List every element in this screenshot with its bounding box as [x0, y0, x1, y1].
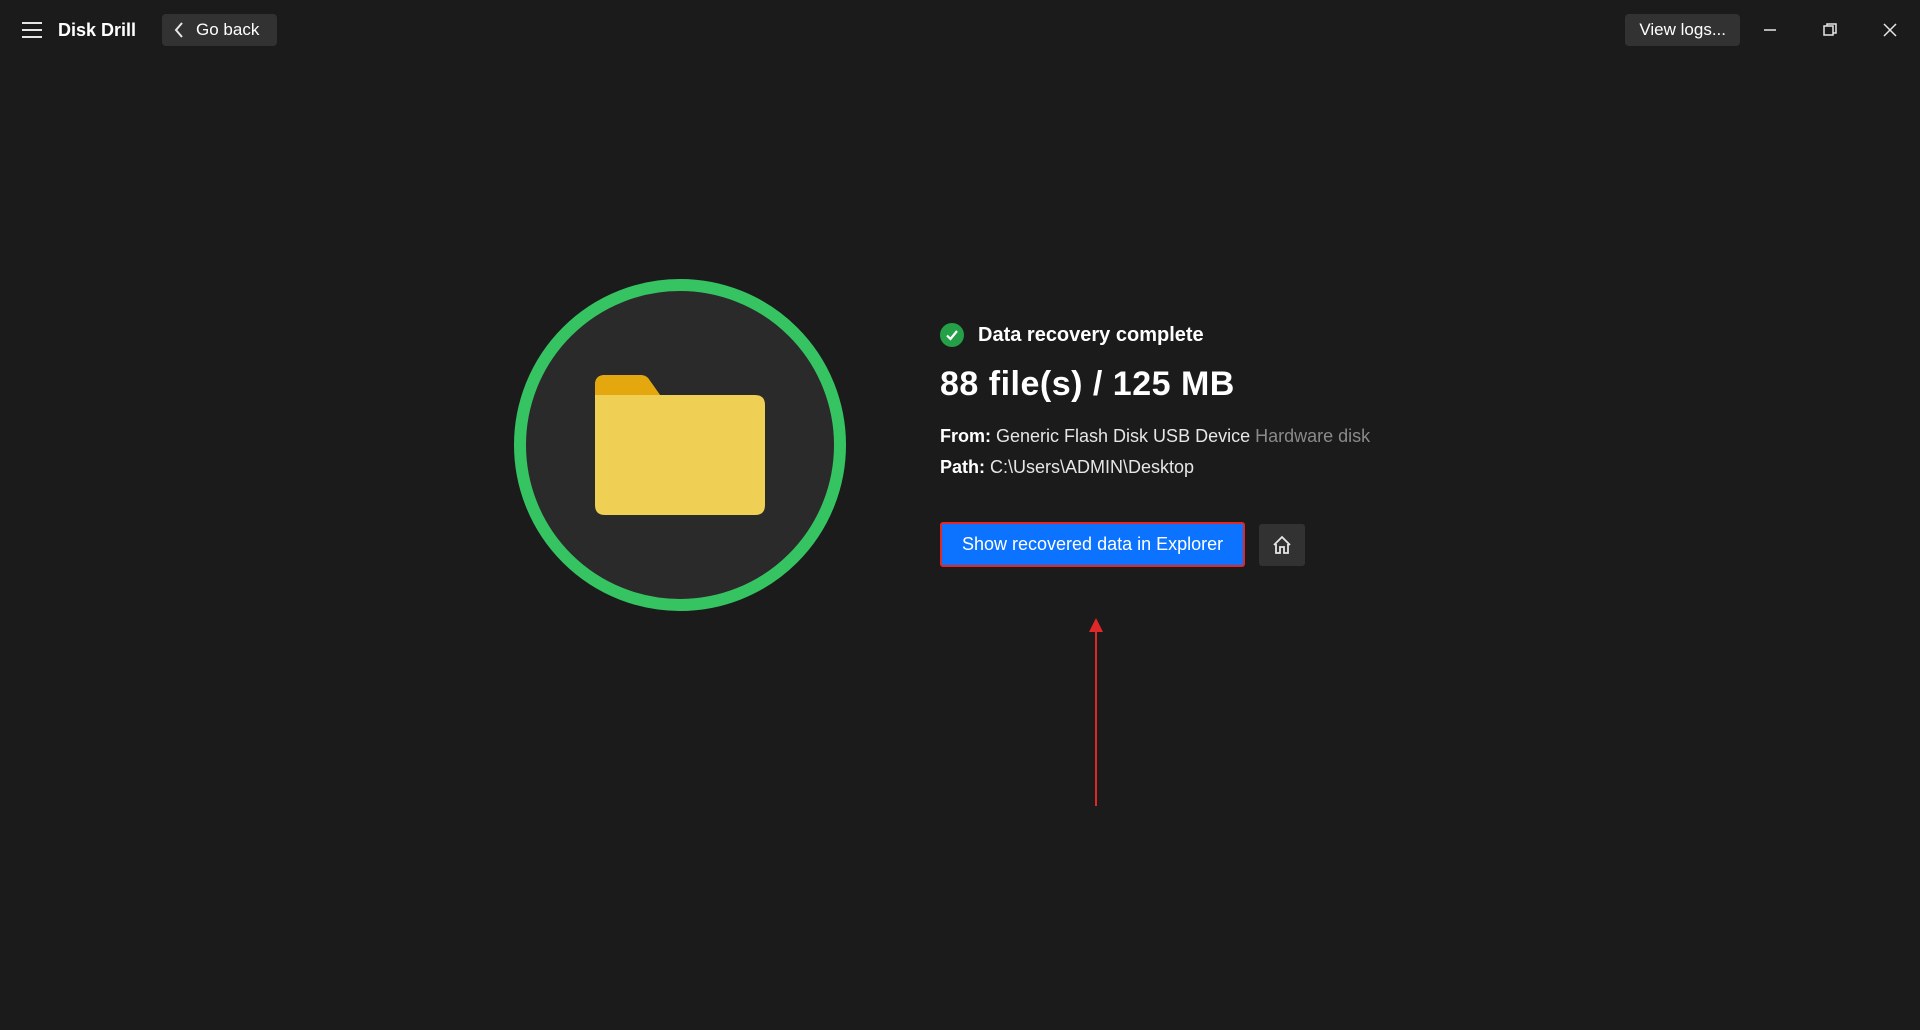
go-back-button[interactable]: Go back [162, 14, 277, 46]
view-logs-label: View logs... [1639, 20, 1726, 39]
go-back-label: Go back [196, 20, 259, 40]
main-content: Data recovery complete 88 file(s) / 125 … [0, 60, 1920, 1030]
recovery-complete-badge [510, 275, 850, 615]
status-text: Data recovery complete [978, 324, 1204, 347]
minimize-button[interactable] [1740, 0, 1800, 60]
path-line: Path: C:\Users\ADMIN\Desktop [940, 457, 1410, 478]
maximize-button[interactable] [1800, 0, 1860, 60]
chevron-left-icon [174, 22, 184, 38]
status-line: Data recovery complete [940, 323, 1410, 347]
folder-icon [590, 370, 770, 520]
path-value: C:\Users\ADMIN\Desktop [990, 457, 1194, 477]
from-line: From: Generic Flash Disk USB Device Hard… [940, 426, 1410, 447]
from-hint: Hardware disk [1255, 426, 1370, 446]
app-title: Disk Drill [58, 20, 136, 41]
view-logs-button[interactable]: View logs... [1625, 14, 1740, 46]
from-value: Generic Flash Disk USB Device [996, 426, 1250, 446]
home-button[interactable] [1259, 524, 1305, 566]
from-label: From: [940, 426, 991, 446]
home-icon [1271, 534, 1293, 556]
check-circle-icon [940, 323, 964, 347]
recovery-summary: 88 file(s) / 125 MB [940, 365, 1410, 404]
path-label: Path: [940, 457, 985, 477]
topbar: Disk Drill Go back View logs... [0, 0, 1920, 60]
action-row: Show recovered data in Explorer [940, 522, 1410, 567]
show-in-explorer-label: Show recovered data in Explorer [962, 534, 1223, 554]
show-in-explorer-button[interactable]: Show recovered data in Explorer [940, 522, 1245, 567]
recovery-info: Data recovery complete 88 file(s) / 125 … [940, 323, 1410, 567]
hamburger-icon[interactable] [20, 18, 44, 42]
close-button[interactable] [1860, 0, 1920, 60]
